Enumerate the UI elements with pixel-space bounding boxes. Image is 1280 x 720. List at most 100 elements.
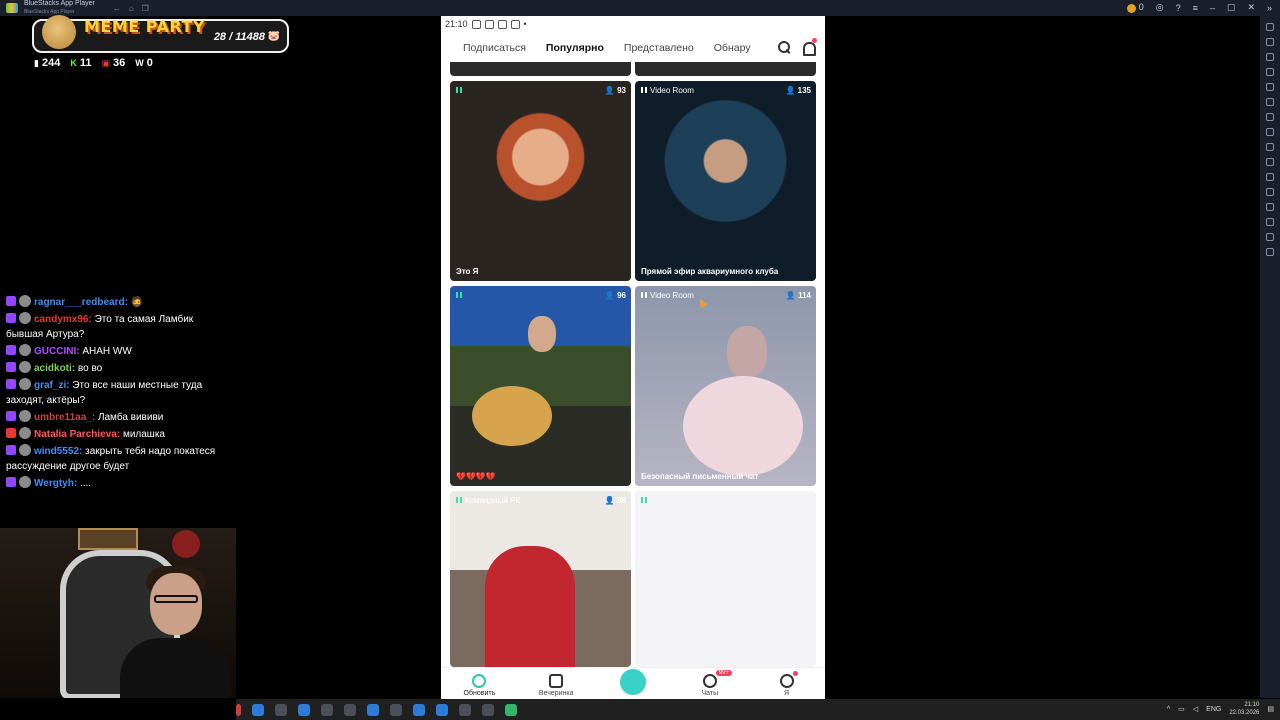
account-icon[interactable]: ◎ [1156, 2, 1164, 13]
chat-message: GUCCINI: АНАН WW [4, 343, 232, 360]
taskbar-app-icon[interactable] [236, 703, 241, 716]
sidebar-tool-icon[interactable] [1266, 143, 1274, 151]
card-label [641, 496, 650, 505]
live-bars-icon [641, 87, 647, 93]
search-icon[interactable] [777, 40, 791, 54]
clock[interactable]: 21:10 22.03.2026 [1229, 701, 1259, 717]
chat-message: Wergtyh: .... [4, 475, 232, 492]
glasses [154, 595, 198, 603]
taskbar-app-icon[interactable] [275, 703, 287, 716]
sidebar-tool-icon[interactable] [1266, 218, 1274, 226]
previous-card-edge [635, 62, 816, 76]
avatar [19, 295, 31, 307]
coin-counter[interactable]: 0 [1126, 2, 1144, 13]
sidebar-tool-icon[interactable] [1266, 113, 1274, 121]
play-icon[interactable] [436, 703, 448, 716]
sidebar-tool-icon[interactable] [1266, 23, 1274, 31]
taskbar-app-icon[interactable] [459, 703, 471, 716]
notification-center-icon[interactable]: ▤ [1267, 705, 1274, 713]
card-caption: Прямой эфир аквариумного клуба [641, 267, 779, 276]
tab-discover[interactable]: Обнару [704, 42, 761, 54]
chat-message: umbre11aa_: Ламба вививи [4, 409, 232, 426]
wall-picture [78, 528, 138, 550]
badge-icon [6, 313, 16, 323]
sidebar-tool-icon[interactable] [1266, 203, 1274, 211]
badge-icon [6, 379, 16, 389]
language-indicator[interactable]: ENG [1206, 706, 1221, 713]
sidebar-tool-icon[interactable] [1266, 188, 1274, 196]
network-icon[interactable]: ▭ [1178, 705, 1185, 713]
viewer-count: 👤 88 [604, 496, 626, 505]
stream-card[interactable]: Video Room 👤 114 Безопасный письменный ч… [635, 286, 816, 486]
nav-refresh[interactable]: Обновить [449, 674, 509, 697]
viewer-count: 👤 96 [604, 291, 626, 300]
taskbar-app-icon[interactable] [321, 703, 333, 716]
viewer-count: 👤 93 [604, 86, 626, 95]
sidebar-tool-icon[interactable] [1266, 248, 1274, 256]
avatar [19, 410, 31, 422]
taskbar-app-icon[interactable] [413, 703, 425, 716]
gear-icon[interactable] [344, 703, 356, 716]
home-icon[interactable]: ⌂ [129, 4, 134, 13]
windows-taskbar: ^ ▭ ◁ ENG 21:10 22.03.2026 ▤ [236, 699, 1280, 720]
chat-icon [702, 674, 717, 688]
stream-card[interactable]: Командный РК 👤 88 [450, 491, 631, 667]
sidebar-tool-icon[interactable] [1266, 38, 1274, 46]
back-icon[interactable]: ← [113, 4, 121, 13]
live-icon: ▣ [101, 58, 110, 68]
sidebar-tool-icon[interactable] [1266, 128, 1274, 136]
person [528, 316, 556, 352]
nav-go-live[interactable] [603, 669, 663, 697]
badge-icon [6, 428, 16, 438]
emulator-sidebar [1260, 16, 1280, 698]
meme-party-title: MEME PARTY [84, 17, 206, 36]
stream-card[interactable]: 👤 96 💔💔💔💔 [450, 286, 631, 486]
collapse-icon[interactable]: » [1267, 3, 1272, 13]
multi-window-icon[interactable]: ❐ [142, 4, 149, 13]
menu-icon[interactable]: ≡ [1193, 3, 1198, 13]
bluestacks-taskbar-icon[interactable] [505, 703, 517, 716]
tab-subscribe[interactable]: Подписаться [441, 42, 536, 54]
maximize-icon[interactable]: ▢ [1227, 2, 1236, 13]
app-title: BlueStacks App Player BlueStacks App Pla… [24, 0, 95, 15]
chat-icon: ▮ [34, 58, 39, 68]
avatar [19, 361, 31, 373]
badge-icon [6, 296, 16, 306]
bell-icon[interactable] [801, 38, 817, 56]
sidebar-tool-icon[interactable] [1266, 98, 1274, 106]
card-caption: Безопасный письменный чат [641, 472, 759, 481]
stream-card-loading[interactable] [635, 491, 816, 667]
sidebar-tool-icon[interactable] [1266, 83, 1274, 91]
system-tray: ^ ▭ ◁ ENG 21:10 22.03.2026 ▤ [1167, 701, 1274, 717]
sidebar-tool-icon[interactable] [1266, 158, 1274, 166]
tab-featured[interactable]: Представлено [614, 42, 704, 54]
taskbar-app-icon[interactable] [482, 703, 494, 716]
stream-card[interactable]: 👤 93 Это Я [450, 81, 631, 281]
profile-icon [779, 674, 794, 688]
chevron-up-icon[interactable]: ^ [1167, 706, 1170, 713]
viewer-stats: ▮ 244 K 11 ▣ 36 W0 [34, 57, 153, 69]
chat-message: ragnar___redbeard: 🧔 [4, 294, 232, 311]
taskbar-app-icon[interactable] [298, 703, 310, 716]
nav-profile[interactable]: Я [757, 671, 817, 697]
taskbar-app-icon[interactable] [252, 703, 264, 716]
nav-chats[interactable]: 99+ Чаты [680, 670, 740, 697]
meme-party-count: 28 / 11488 [213, 31, 265, 43]
volume-icon[interactable]: ◁ [1193, 705, 1198, 713]
minimize-icon[interactable]: – [1210, 3, 1215, 13]
live-bars-icon [641, 292, 647, 298]
sidebar-tool-icon[interactable] [1266, 68, 1274, 76]
sidebar-tool-icon[interactable] [1266, 173, 1274, 181]
nav-party[interactable]: Вечеринка [526, 674, 586, 697]
stream-card[interactable]: Video Room 👤 135 Прямой эфир аквариумног… [635, 81, 816, 281]
taskbar-app-icon[interactable] [390, 703, 402, 716]
status-time: 21:10 [445, 19, 468, 29]
tab-popular[interactable]: Популярно [536, 42, 614, 54]
sidebar-tool-icon[interactable] [1266, 53, 1274, 61]
taskbar-app-icon[interactable] [367, 703, 379, 716]
close-icon[interactable]: ✕ [1247, 2, 1255, 13]
card-label: Командный РК [456, 496, 520, 505]
badge-icon [6, 362, 16, 372]
sidebar-tool-icon[interactable] [1266, 233, 1274, 241]
help-icon[interactable]: ? [1176, 3, 1181, 13]
